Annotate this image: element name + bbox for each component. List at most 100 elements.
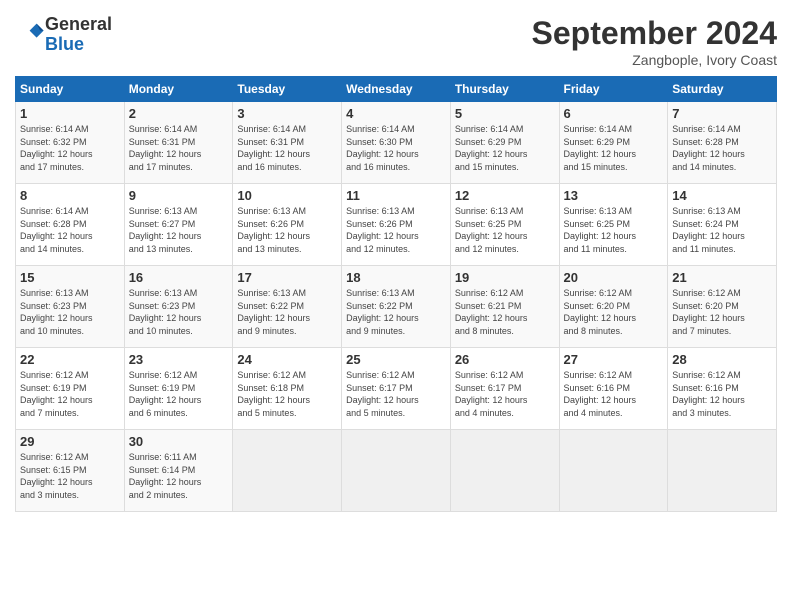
col-saturday: Saturday (668, 77, 777, 102)
col-monday: Monday (124, 77, 233, 102)
table-row: 16Sunrise: 6:13 AMSunset: 6:23 PMDayligh… (124, 266, 233, 348)
logo-text: General Blue (45, 15, 112, 55)
day-number: 9 (129, 188, 229, 203)
calendar-week-row: 8 Sunrise: 6:14 AMSunset: 6:28 PMDaylight… (16, 184, 777, 266)
logo-blue: Blue (45, 34, 84, 54)
col-friday: Friday (559, 77, 668, 102)
table-row: 11Sunrise: 6:13 AMSunset: 6:26 PMDayligh… (342, 184, 451, 266)
day-number: 7 (672, 106, 772, 121)
calendar-header-row: Sunday Monday Tuesday Wednesday Thursday… (16, 77, 777, 102)
day-info: Sunrise: 6:13 AMSunset: 6:25 PMDaylight:… (455, 205, 555, 255)
day-info: Sunrise: 6:11 AMSunset: 6:14 PMDaylight:… (129, 451, 229, 501)
day-info: Sunrise: 6:14 AMSunset: 6:29 PMDaylight:… (564, 123, 664, 173)
table-row (668, 430, 777, 512)
table-row (233, 430, 342, 512)
title-block: September 2024 Zangbople, Ivory Coast (532, 15, 777, 68)
table-row (342, 430, 451, 512)
day-number: 8 (20, 188, 120, 203)
table-row: 12 Sunrise: 6:13 AMSunset: 6:25 PMDayligh… (450, 184, 559, 266)
page-container: General Blue September 2024 Zangbople, I… (0, 0, 792, 522)
day-number: 12 (455, 188, 555, 203)
table-row (450, 430, 559, 512)
table-row: 2 Sunrise: 6:14 AMSunset: 6:31 PMDaylight… (124, 102, 233, 184)
logo-general: General (45, 14, 112, 34)
table-row (559, 430, 668, 512)
day-number: 19 (455, 270, 555, 285)
table-row: 30Sunrise: 6:11 AMSunset: 6:14 PMDayligh… (124, 430, 233, 512)
location-subtitle: Zangbople, Ivory Coast (532, 52, 777, 68)
day-info: Sunrise: 6:14 AMSunset: 6:32 PMDaylight:… (20, 123, 120, 173)
day-number: 28 (672, 352, 772, 367)
day-number: 1 (20, 106, 120, 121)
day-number: 3 (237, 106, 337, 121)
table-row: 1 Sunrise: 6:14 AMSunset: 6:32 PMDaylight… (16, 102, 125, 184)
day-info: Sunrise: 6:14 AMSunset: 6:31 PMDaylight:… (237, 123, 337, 173)
day-number: 6 (564, 106, 664, 121)
header: General Blue September 2024 Zangbople, I… (15, 15, 777, 68)
table-row: 20Sunrise: 6:12 AMSunset: 6:20 PMDayligh… (559, 266, 668, 348)
calendar-table: Sunday Monday Tuesday Wednesday Thursday… (15, 76, 777, 512)
day-info: Sunrise: 6:13 AMSunset: 6:25 PMDaylight:… (564, 205, 664, 255)
day-number: 21 (672, 270, 772, 285)
table-row: 15 Sunrise: 6:13 AMSunset: 6:23 PMDayligh… (16, 266, 125, 348)
table-row: 26 Sunrise: 6:12 AMSunset: 6:17 PMDayligh… (450, 348, 559, 430)
day-number: 23 (129, 352, 229, 367)
day-info: Sunrise: 6:12 AMSunset: 6:19 PMDaylight:… (20, 369, 120, 419)
table-row: 7Sunrise: 6:14 AMSunset: 6:28 PMDaylight… (668, 102, 777, 184)
day-number: 27 (564, 352, 664, 367)
calendar-week-row: 15 Sunrise: 6:13 AMSunset: 6:23 PMDayligh… (16, 266, 777, 348)
day-info: Sunrise: 6:13 AMSunset: 6:26 PMDaylight:… (346, 205, 446, 255)
day-number: 18 (346, 270, 446, 285)
day-number: 10 (237, 188, 337, 203)
day-info: Sunrise: 6:13 AMSunset: 6:22 PMDaylight:… (237, 287, 337, 337)
col-wednesday: Wednesday (342, 77, 451, 102)
day-info: Sunrise: 6:13 AMSunset: 6:23 PMDaylight:… (20, 287, 120, 337)
day-info: Sunrise: 6:14 AMSunset: 6:31 PMDaylight:… (129, 123, 229, 173)
day-info: Sunrise: 6:13 AMSunset: 6:22 PMDaylight:… (346, 287, 446, 337)
day-info: Sunrise: 6:12 AMSunset: 6:19 PMDaylight:… (129, 369, 229, 419)
day-number: 2 (129, 106, 229, 121)
day-info: Sunrise: 6:14 AMSunset: 6:28 PMDaylight:… (20, 205, 120, 255)
day-number: 13 (564, 188, 664, 203)
day-number: 24 (237, 352, 337, 367)
month-title: September 2024 (532, 15, 777, 52)
table-row: 14Sunrise: 6:13 AMSunset: 6:24 PMDayligh… (668, 184, 777, 266)
day-info: Sunrise: 6:14 AMSunset: 6:30 PMDaylight:… (346, 123, 446, 173)
table-row: 21 Sunrise: 6:12 AMSunset: 6:20 PMDayligh… (668, 266, 777, 348)
table-row: 22Sunrise: 6:12 AMSunset: 6:19 PMDayligh… (16, 348, 125, 430)
table-row: 17 Sunrise: 6:13 AMSunset: 6:22 PMDayligh… (233, 266, 342, 348)
col-sunday: Sunday (16, 77, 125, 102)
table-row: 5 Sunrise: 6:14 AMSunset: 6:29 PMDaylight… (450, 102, 559, 184)
table-row: 18 Sunrise: 6:13 AMSunset: 6:22 PMDayligh… (342, 266, 451, 348)
day-number: 29 (20, 434, 120, 449)
day-info: Sunrise: 6:14 AMSunset: 6:29 PMDaylight:… (455, 123, 555, 173)
table-row: 29 Sunrise: 6:12 AMSunset: 6:15 PMDayligh… (16, 430, 125, 512)
table-row: 10 Sunrise: 6:13 AMSunset: 6:26 PMDayligh… (233, 184, 342, 266)
day-info: Sunrise: 6:12 AMSunset: 6:20 PMDaylight:… (672, 287, 772, 337)
calendar-week-row: 29 Sunrise: 6:12 AMSunset: 6:15 PMDayligh… (16, 430, 777, 512)
day-number: 17 (237, 270, 337, 285)
table-row: 27 Sunrise: 6:12 AMSunset: 6:16 PMDayligh… (559, 348, 668, 430)
table-row: 23 Sunrise: 6:12 AMSunset: 6:19 PMDayligh… (124, 348, 233, 430)
day-info: Sunrise: 6:13 AMSunset: 6:23 PMDaylight:… (129, 287, 229, 337)
day-info: Sunrise: 6:12 AMSunset: 6:16 PMDaylight:… (564, 369, 664, 419)
day-info: Sunrise: 6:12 AMSunset: 6:20 PMDaylight:… (564, 287, 664, 337)
day-number: 15 (20, 270, 120, 285)
day-info: Sunrise: 6:13 AMSunset: 6:26 PMDaylight:… (237, 205, 337, 255)
day-info: Sunrise: 6:12 AMSunset: 6:18 PMDaylight:… (237, 369, 337, 419)
col-thursday: Thursday (450, 77, 559, 102)
calendar-week-row: 1 Sunrise: 6:14 AMSunset: 6:32 PMDaylight… (16, 102, 777, 184)
day-number: 4 (346, 106, 446, 121)
day-number: 26 (455, 352, 555, 367)
day-info: Sunrise: 6:12 AMSunset: 6:15 PMDaylight:… (20, 451, 120, 501)
day-info: Sunrise: 6:12 AMSunset: 6:21 PMDaylight:… (455, 287, 555, 337)
col-tuesday: Tuesday (233, 77, 342, 102)
logo: General Blue (15, 15, 112, 55)
table-row: 6 Sunrise: 6:14 AMSunset: 6:29 PMDaylight… (559, 102, 668, 184)
day-info: Sunrise: 6:12 AMSunset: 6:17 PMDaylight:… (455, 369, 555, 419)
table-row: 13 Sunrise: 6:13 AMSunset: 6:25 PMDayligh… (559, 184, 668, 266)
day-number: 14 (672, 188, 772, 203)
table-row: 24 Sunrise: 6:12 AMSunset: 6:18 PMDayligh… (233, 348, 342, 430)
day-info: Sunrise: 6:12 AMSunset: 6:17 PMDaylight:… (346, 369, 446, 419)
day-number: 5 (455, 106, 555, 121)
